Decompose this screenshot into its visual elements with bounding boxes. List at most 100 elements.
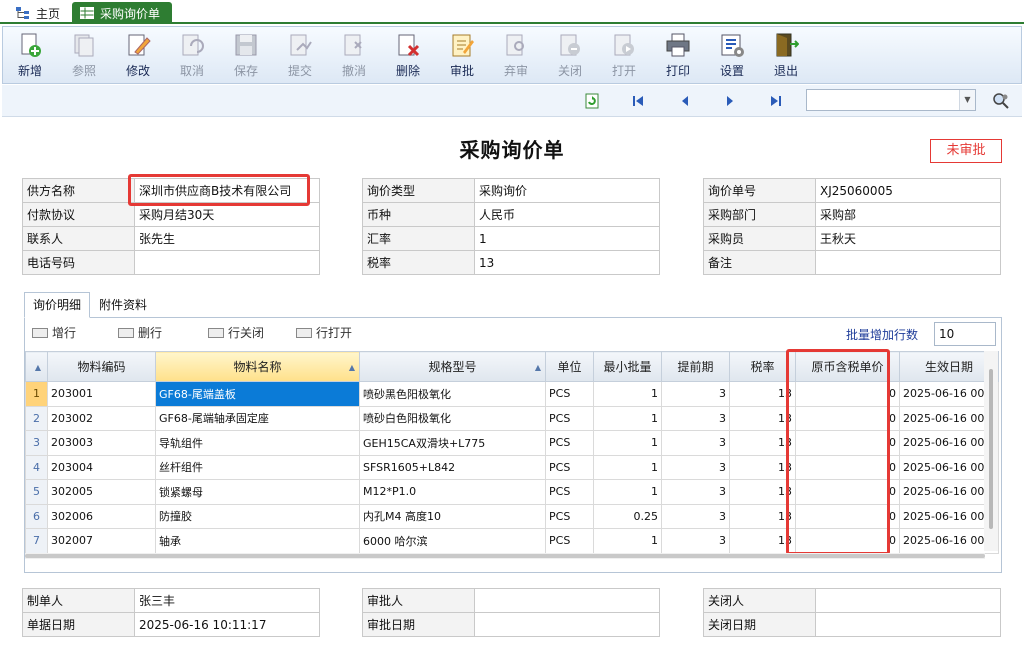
tab-attachments[interactable]: 附件资料 bbox=[90, 292, 156, 318]
column-header[interactable]: 物料名称 ▲ bbox=[155, 351, 360, 382]
search-settings-icon[interactable] bbox=[992, 92, 1010, 110]
column-header[interactable]: 规格型号 ▲ bbox=[359, 351, 546, 382]
table-cell[interactable]: 1 bbox=[593, 479, 662, 505]
table-cell[interactable]: 302006 bbox=[47, 503, 156, 529]
field-value[interactable]: 采购月结30天 bbox=[134, 202, 320, 227]
toolbar-new-doc-button[interactable]: 新增 bbox=[3, 27, 57, 83]
table-row[interactable]: 6 302006 防撞胶 内孔M4 高度10 PCS 0.25 3 13 0 2025-06-16… bbox=[25, 503, 1000, 529]
table-cell[interactable]: 302007 bbox=[47, 528, 156, 554]
table-cell[interactable]: SFSR1605+L842 bbox=[359, 454, 546, 480]
delete-row-button[interactable]: 删行 bbox=[118, 324, 162, 341]
table-cell[interactable]: 6000 哈尔滨 bbox=[359, 528, 546, 554]
column-header[interactable]: 物料编码 bbox=[47, 351, 156, 382]
table-cell[interactable]: 13 bbox=[729, 454, 796, 480]
table-row[interactable]: 2 203002 GF68-尾端轴承固定座 喷砂白色阳极氧化 PCS 1 3 13 0 2025-… bbox=[25, 405, 1000, 431]
table-cell[interactable]: 0 bbox=[795, 479, 900, 505]
field-value[interactable] bbox=[134, 250, 320, 275]
table-cell[interactable]: M12*P1.0 bbox=[359, 479, 546, 505]
column-header[interactable]: ▲ bbox=[25, 351, 48, 382]
table-row[interactable]: 1 203001 GF68-尾端盖板 喷砂黑色阳极氧化 PCS 1 3 13 0 2025-06-… bbox=[25, 381, 1000, 407]
field-value[interactable]: 张先生 bbox=[134, 226, 320, 251]
table-cell[interactable]: 0 bbox=[795, 503, 900, 529]
tab-inquiry-detail[interactable]: 询价明细 bbox=[24, 292, 91, 318]
row-index[interactable]: 5 bbox=[25, 479, 48, 505]
toolbar-revoke-button[interactable]: 撤消 bbox=[327, 27, 381, 83]
table-row[interactable]: 7 302007 轴承 6000 哈尔滨 PCS 1 3 13 0 2025-06-16 00:0 bbox=[25, 528, 1000, 554]
add-row-button[interactable]: 增行 bbox=[32, 324, 76, 341]
table-cell[interactable]: 203003 bbox=[47, 430, 156, 456]
field-value[interactable]: 张三丰 bbox=[134, 588, 320, 613]
toolbar-close-doc-button[interactable]: 关闭 bbox=[543, 27, 597, 83]
table-cell[interactable]: 13 bbox=[729, 528, 796, 554]
field-value[interactable]: 13 bbox=[474, 250, 660, 275]
table-cell[interactable]: 0 bbox=[795, 528, 900, 554]
tab-home[interactable]: 主页 bbox=[8, 2, 68, 24]
toolbar-unapprove-button[interactable]: 弃审 bbox=[489, 27, 543, 83]
table-cell[interactable]: 203002 bbox=[47, 405, 156, 431]
table-cell[interactable]: 1 bbox=[593, 528, 662, 554]
field-value[interactable] bbox=[815, 612, 1001, 637]
table-cell[interactable]: 喷砂黑色阳极氧化 bbox=[359, 381, 546, 407]
scroll-thumb[interactable] bbox=[25, 554, 985, 558]
field-value[interactable]: 王秋天 bbox=[815, 226, 1001, 251]
table-row[interactable]: 4 203004 丝杆组件 SFSR1605+L842 PCS 1 3 13 0 2025-06-… bbox=[25, 454, 1000, 480]
table-cell[interactable]: 0 bbox=[795, 405, 900, 431]
table-cell[interactable]: 3 bbox=[661, 503, 730, 529]
table-cell[interactable]: 0 bbox=[795, 381, 900, 407]
table-cell[interactable]: 0 bbox=[795, 430, 900, 456]
refresh-icon[interactable] bbox=[584, 93, 600, 109]
table-cell[interactable]: PCS bbox=[545, 528, 594, 554]
toolbar-cancel-button[interactable]: 取消 bbox=[165, 27, 219, 83]
table-cell[interactable]: PCS bbox=[545, 430, 594, 456]
table-cell[interactable]: 丝杆组件 bbox=[155, 454, 360, 480]
table-row[interactable]: 5 302005 锁紧螺母 M12*P1.0 PCS 1 3 13 0 2025-06-16 00… bbox=[25, 479, 1000, 505]
table-cell[interactable]: 3 bbox=[661, 430, 730, 456]
field-value[interactable] bbox=[474, 612, 660, 637]
field-value[interactable] bbox=[815, 250, 1001, 275]
table-cell[interactable]: PCS bbox=[545, 381, 594, 407]
table-cell[interactable]: 内孔M4 高度10 bbox=[359, 503, 546, 529]
chevron-down-icon[interactable]: ▼ bbox=[959, 90, 975, 110]
row-index[interactable]: 3 bbox=[25, 430, 48, 456]
table-cell[interactable]: PCS bbox=[545, 405, 594, 431]
tab-purchase-inquiry[interactable]: 采购询价单 bbox=[72, 2, 173, 24]
table-cell[interactable]: PCS bbox=[545, 503, 594, 529]
next-record-icon[interactable] bbox=[722, 93, 738, 109]
toolbar-reference-button[interactable]: 参照 bbox=[57, 27, 111, 83]
grid-horizontal-scrollbar[interactable] bbox=[25, 553, 985, 559]
row-index[interactable]: 6 bbox=[25, 503, 48, 529]
scroll-thumb[interactable] bbox=[989, 369, 993, 529]
row-index[interactable]: 7 bbox=[25, 528, 48, 554]
prev-record-icon[interactable] bbox=[677, 93, 693, 109]
table-cell[interactable]: 1 bbox=[593, 405, 662, 431]
record-search-combo[interactable]: ▼ bbox=[806, 89, 976, 111]
field-value[interactable]: 采购询价 bbox=[474, 178, 660, 203]
table-cell[interactable]: 3 bbox=[661, 405, 730, 431]
first-record-icon[interactable] bbox=[630, 93, 646, 109]
table-cell[interactable]: 203001 bbox=[47, 381, 156, 407]
table-cell[interactable]: 3 bbox=[661, 381, 730, 407]
table-cell[interactable]: 防撞胶 bbox=[155, 503, 360, 529]
table-cell[interactable]: 13 bbox=[729, 430, 796, 456]
table-cell[interactable]: 0.25 bbox=[593, 503, 662, 529]
table-cell[interactable]: 锁紧螺母 bbox=[155, 479, 360, 505]
row-index[interactable]: 2 bbox=[25, 405, 48, 431]
table-cell[interactable]: GEH15CA双滑块+L775 bbox=[359, 430, 546, 456]
field-value[interactable] bbox=[815, 588, 1001, 613]
toolbar-approve-button[interactable]: 审批 bbox=[435, 27, 489, 83]
table-cell[interactable]: 喷砂白色阳极氧化 bbox=[359, 405, 546, 431]
table-cell[interactable]: 13 bbox=[729, 479, 796, 505]
table-cell[interactable]: 13 bbox=[729, 503, 796, 529]
table-cell[interactable]: 轴承 bbox=[155, 528, 360, 554]
batch-add-count-input[interactable]: 10 bbox=[934, 322, 996, 346]
toolbar-settings-button[interactable]: 设置 bbox=[705, 27, 759, 83]
open-row-button[interactable]: 行打开 bbox=[296, 324, 352, 341]
toolbar-save-button[interactable]: 保存 bbox=[219, 27, 273, 83]
field-value[interactable]: 人民币 bbox=[474, 202, 660, 227]
column-header[interactable]: 单位 bbox=[545, 351, 594, 382]
column-header[interactable]: 提前期 bbox=[661, 351, 730, 382]
last-record-icon[interactable] bbox=[768, 93, 784, 109]
table-cell[interactable]: 导轨组件 bbox=[155, 430, 360, 456]
table-cell[interactable]: 3 bbox=[661, 479, 730, 505]
row-index[interactable]: 1 bbox=[25, 381, 48, 407]
